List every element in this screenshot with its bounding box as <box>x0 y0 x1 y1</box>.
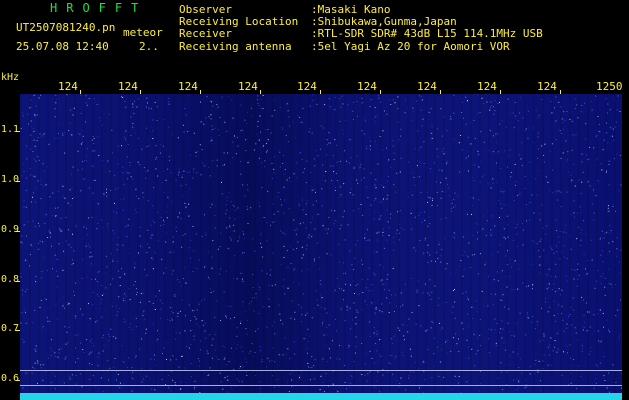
reference-line-upper <box>20 370 622 371</box>
spectrogram-noise <box>20 94 622 393</box>
x-tick-label: 124 <box>178 80 198 93</box>
x-tick-label: 1250 <box>596 80 623 93</box>
receiver-value: :RTL-SDR SDR# 43dB L15 114.1MHz USB <box>311 27 543 41</box>
y-tick-label: 0.7 <box>1 323 20 334</box>
file-type-label: meteor <box>123 26 163 39</box>
file-name: UT2507081240.pn <box>16 21 116 34</box>
app-title: HROFFT <box>50 1 148 15</box>
y-tick-mark <box>16 380 20 381</box>
x-tick-label: 124 <box>238 80 258 93</box>
y-tick-label: 0.9 <box>1 224 20 235</box>
y-tick-mark <box>16 330 20 331</box>
y-tick-mark <box>16 181 20 182</box>
spectrogram-plot[interactable] <box>20 94 622 400</box>
y-tick-label: 1.0 <box>1 174 20 185</box>
x-tick-label: 124 <box>118 80 138 93</box>
observer-value: :Masaki Kano <box>311 3 391 16</box>
x-tick-label: 124 <box>357 80 377 93</box>
y-tick-mark <box>16 281 20 282</box>
receiver-label: Receiver <box>179 27 232 41</box>
x-tick-label: 124 <box>58 80 78 93</box>
signal-level-trace <box>20 393 622 400</box>
antenna-label: Receiving antenna <box>179 39 292 53</box>
antenna-row: Receiving antenna :5el Yagi Az 20 for Aom… <box>179 39 543 53</box>
x-tick-label: 124 <box>537 80 557 93</box>
y-tick-label: 0.8 <box>1 274 20 285</box>
x-tick-label: 124 <box>477 80 497 93</box>
y-tick-label: 1.1 <box>1 124 20 135</box>
y-axis-unit: kHz <box>1 72 20 83</box>
antenna-value: :5el Yagi Az 20 for Aomori VOR <box>311 39 510 53</box>
y-tick-mark <box>16 131 20 132</box>
location-value: :Shibukawa,Gunma,Japan <box>311 15 457 29</box>
x-tick-label: 124 <box>417 80 437 93</box>
x-tick-label: 124 <box>297 80 317 93</box>
count-label: 2.. <box>139 40 159 53</box>
reference-line-lower <box>20 385 622 386</box>
datetime-label: 25.07.08 12:40 <box>16 40 109 53</box>
station-info: Observer:Masaki Kano Receiving Location:… <box>179 3 543 53</box>
y-tick-mark <box>16 231 20 232</box>
y-tick-label: 0.6 <box>1 373 20 384</box>
header-panel: HROFFT UT2507081240.pn meteor 25.07.08 1… <box>0 0 629 68</box>
